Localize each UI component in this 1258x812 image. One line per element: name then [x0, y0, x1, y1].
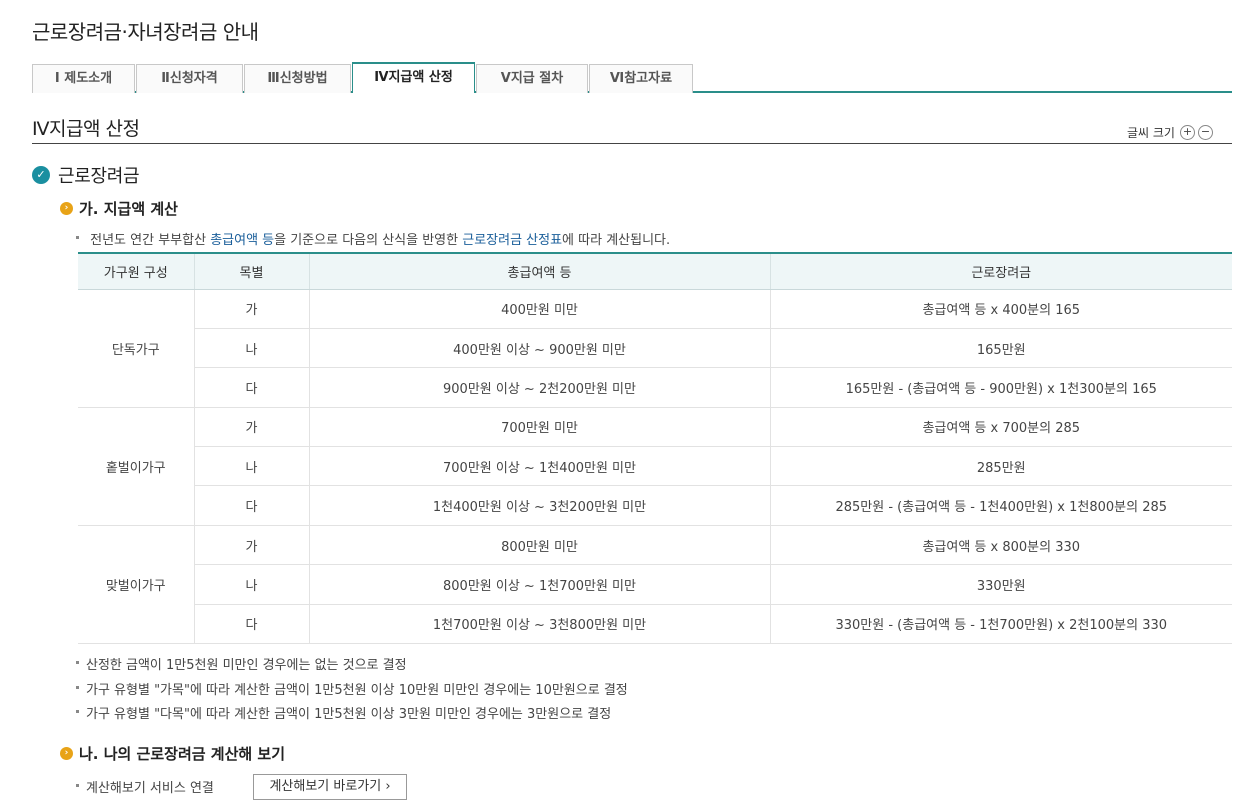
grade-cell: 나 [194, 564, 310, 605]
header-grade: 목별 [194, 252, 310, 290]
table-row: 홑벌이가구 가 700만원 미만 총급여액 등 x 700분의 285 [78, 407, 1232, 526]
arrow-circle-icon: › [60, 202, 73, 215]
section-divider [32, 143, 1232, 144]
font-decrease-icon[interactable]: − [1197, 125, 1213, 140]
credit-cell: 330만원 - (총급여액 등 - 1천700만원) x 2천100분의 330 [770, 604, 1232, 645]
subheading-text: 가. 지급액 계산 [79, 200, 178, 218]
header-household: 가구원 구성 [78, 252, 195, 290]
table-row: 다 1천700만원 이상 ~ 3천800만원 미만 330만원 - (총급여액 … [78, 604, 1232, 645]
credit-cell: 285만원 [770, 446, 1232, 487]
font-size-label: 글씨 크기 [1127, 126, 1175, 140]
grade-cell: 나 [194, 328, 310, 369]
income-cell: 1천700만원 이상 ~ 3천800만원 미만 [309, 604, 771, 645]
grade-cell: 가 [194, 289, 310, 329]
page-title: 근로장려금·자녀장려금 안내 [32, 20, 259, 44]
subheading-text: 나. 나의 근로장려금 계산해 보기 [79, 745, 285, 763]
table-row: 단독가구 가 400만원 미만 총급여액 등 x 400분의 165 [78, 289, 1232, 408]
tab-bar: Ⅰ 제도소개 Ⅱ신청자격 Ⅲ신청방법 Ⅳ지급액 산정 Ⅴ지급 절차 Ⅵ참고자료 [32, 62, 1232, 93]
subheading-amount-calc: › 가. 지급액 계산 [60, 198, 178, 219]
go-calculator-button[interactable]: 계산해보기 바로가기 › [253, 774, 407, 800]
arrow-circle-icon: › [60, 747, 73, 760]
note-item: 가구 유형별 "가목"에 따라 계산한 금액이 1만5천원 이상 10만원 미만… [76, 679, 628, 698]
income-cell: 900만원 이상 ~ 2천200만원 미만 [309, 367, 771, 408]
household-cell: 단독가구 [78, 289, 195, 408]
link-calc-table[interactable]: 근로장려금 산정표 [462, 233, 562, 248]
credit-cell: 165만원 [770, 328, 1232, 369]
credit-cell: 총급여액 등 x 700분의 285 [770, 407, 1232, 448]
table-row: 다 900만원 이상 ~ 2천200만원 미만 165만원 - (총급여액 등 … [78, 367, 1232, 408]
tab-eligibility[interactable]: Ⅱ신청자격 [136, 64, 243, 93]
household-cell: 홑벌이가구 [78, 407, 195, 526]
credit-cell: 총급여액 등 x 800분의 330 [770, 525, 1232, 566]
credit-cell: 총급여액 등 x 400분의 165 [770, 289, 1232, 329]
heading-text: 근로장려금 [58, 166, 140, 187]
grade-cell: 다 [194, 604, 310, 645]
income-cell: 700만원 미만 [309, 407, 771, 448]
table-row: 맞벌이가구 가 800만원 미만 총급여액 등 x 800분의 330 [78, 525, 1232, 645]
table-row: 나 700만원 이상 ~ 1천400만원 미만 285만원 [78, 446, 1232, 487]
household-cell: 맞벌이가구 [78, 525, 195, 645]
credit-cell: 285만원 - (총급여액 등 - 1천400만원) x 1천800분의 285 [770, 485, 1232, 526]
intro-suffix: 에 따라 계산됩니다. [562, 233, 671, 248]
heading-earned-income-credit: ✓ 근로장려금 [32, 162, 140, 188]
grade-cell: 다 [194, 485, 310, 526]
income-cell: 800만원 이상 ~ 1천700만원 미만 [309, 564, 771, 605]
note-item: 가구 유형별 "다목"에 따라 계산한 금액이 1만5천원 이상 3만원 미만인… [76, 703, 611, 722]
service-label: 계산해보기 서비스 연결 [76, 777, 214, 796]
table-header-row: 가구원 구성 목별 총급여액 등 근로장려금 [78, 252, 1232, 290]
income-cell: 800만원 미만 [309, 525, 771, 566]
check-circle-icon: ✓ [32, 166, 50, 184]
header-credit: 근로장려금 [770, 252, 1232, 290]
link-total-income[interactable]: 총급여액 등 [210, 233, 274, 248]
table-row: 다 1천400만원 이상 ~ 3천200만원 미만 285만원 - (총급여액 … [78, 485, 1232, 526]
tab-amount[interactable]: Ⅳ지급액 산정 [352, 62, 475, 93]
grade-cell: 나 [194, 446, 310, 487]
note-item: 산정한 금액이 1만5천원 미만인 경우에는 없는 것으로 결정 [76, 654, 407, 673]
font-increase-icon[interactable]: + [1179, 125, 1195, 140]
tab-procedure[interactable]: Ⅴ지급 절차 [476, 64, 588, 93]
income-cell: 700만원 이상 ~ 1천400만원 미만 [309, 446, 771, 487]
table-row: 나 400만원 이상 ~ 900만원 미만 165만원 [78, 328, 1232, 369]
credit-cell: 165만원 - (총급여액 등 - 900만원) x 1천300분의 165 [770, 367, 1232, 408]
calculation-table: 가구원 구성 목별 총급여액 등 근로장려금 단독가구 가 400만원 미만 총… [78, 252, 1232, 645]
credit-cell: 330만원 [770, 564, 1232, 605]
subheading-my-calc: › 나. 나의 근로장려금 계산해 보기 [60, 743, 285, 764]
grade-cell: 다 [194, 367, 310, 408]
table-row: 나 800만원 이상 ~ 1천700만원 미만 330만원 [78, 564, 1232, 605]
income-cell: 400만원 이상 ~ 900만원 미만 [309, 328, 771, 369]
tab-intro[interactable]: Ⅰ 제도소개 [32, 64, 135, 93]
tab-references[interactable]: Ⅵ참고자료 [589, 64, 693, 93]
tab-application[interactable]: Ⅲ신청방법 [244, 64, 351, 93]
intro-mid: 을 기준으로 다음의 산식을 반영한 [274, 233, 463, 248]
font-size-control: 글씨 크기 + − [1127, 124, 1213, 141]
grade-cell: 가 [194, 407, 310, 448]
income-cell: 1천400만원 이상 ~ 3천200만원 미만 [309, 485, 771, 526]
intro-text: 전년도 연간 부부합산 총급여액 등을 기준으로 다음의 산식을 반영한 근로장… [76, 229, 670, 248]
header-income: 총급여액 등 [309, 252, 771, 290]
income-cell: 400만원 미만 [309, 289, 771, 329]
section-title: Ⅳ지급액 산정 [32, 118, 140, 140]
intro-prefix: 전년도 연간 부부합산 [90, 233, 211, 248]
grade-cell: 가 [194, 525, 310, 566]
